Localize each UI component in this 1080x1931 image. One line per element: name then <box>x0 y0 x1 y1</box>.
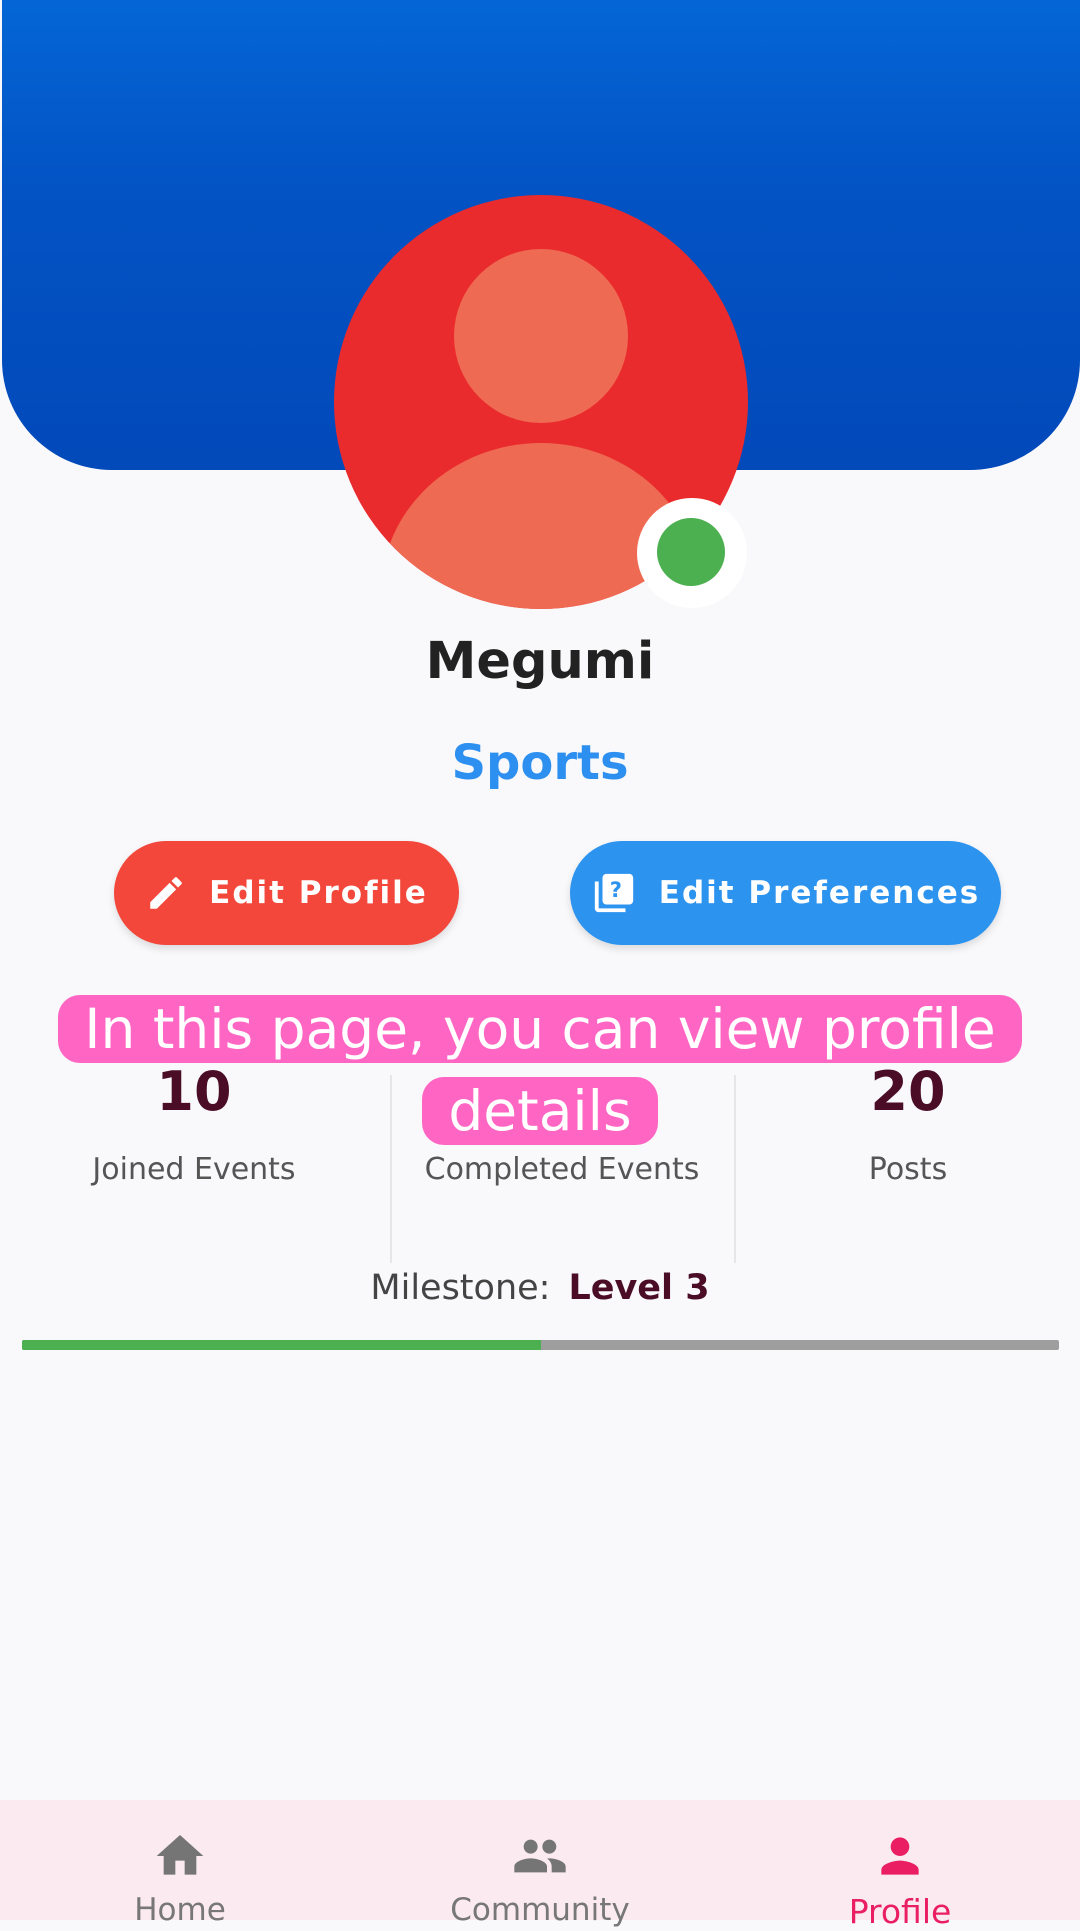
edit-profile-label: Edit Profile <box>209 875 428 911</box>
person-icon <box>881 1837 919 1875</box>
profile-name: Megumi <box>425 632 655 691</box>
pencil-icon <box>150 877 182 909</box>
edit-profile-button[interactable]: Edit Profile <box>114 841 459 945</box>
online-status-indicator <box>637 498 747 608</box>
bottom-navigation: Home Community Profile <box>0 1800 1080 1931</box>
stat-label: Joined Events <box>92 1152 296 1187</box>
stat-label: Posts <box>868 1152 948 1187</box>
avatar-head-shape <box>454 249 628 423</box>
onboarding-tooltip: In this page, you can view profile detai… <box>0 988 1080 1152</box>
nav-item-community[interactable]: Community <box>390 1828 690 1928</box>
nav-item-home[interactable]: Home <box>30 1828 330 1928</box>
people-icon <box>514 1839 566 1873</box>
profile-interest: Sports <box>451 735 629 791</box>
milestone-progress-fill <box>22 1340 541 1350</box>
nav-item-profile[interactable]: Profile <box>750 1828 1050 1931</box>
question-cards-icon: ? <box>594 873 633 913</box>
milestone-label: Milestone: <box>370 1268 551 1308</box>
milestone-progress-bar <box>22 1340 1059 1350</box>
svg-text:?: ? <box>610 877 626 902</box>
edit-preferences-button[interactable]: ? Edit Preferences <box>570 841 1001 945</box>
nav-label-home: Home <box>134 1892 226 1928</box>
milestone: Milestone: Level 3 <box>0 1268 1080 1308</box>
tooltip-text: In this page, you can view profile detai… <box>58 995 1022 1145</box>
online-status-dot <box>657 518 725 586</box>
edit-preferences-label: Edit Preferences <box>658 875 981 911</box>
milestone-level: Level 3 <box>568 1268 710 1308</box>
stat-label: Completed Events <box>424 1152 700 1187</box>
home-icon <box>156 1835 204 1875</box>
nav-label-profile: Profile <box>848 1892 952 1931</box>
nav-label-community: Community <box>450 1892 630 1928</box>
